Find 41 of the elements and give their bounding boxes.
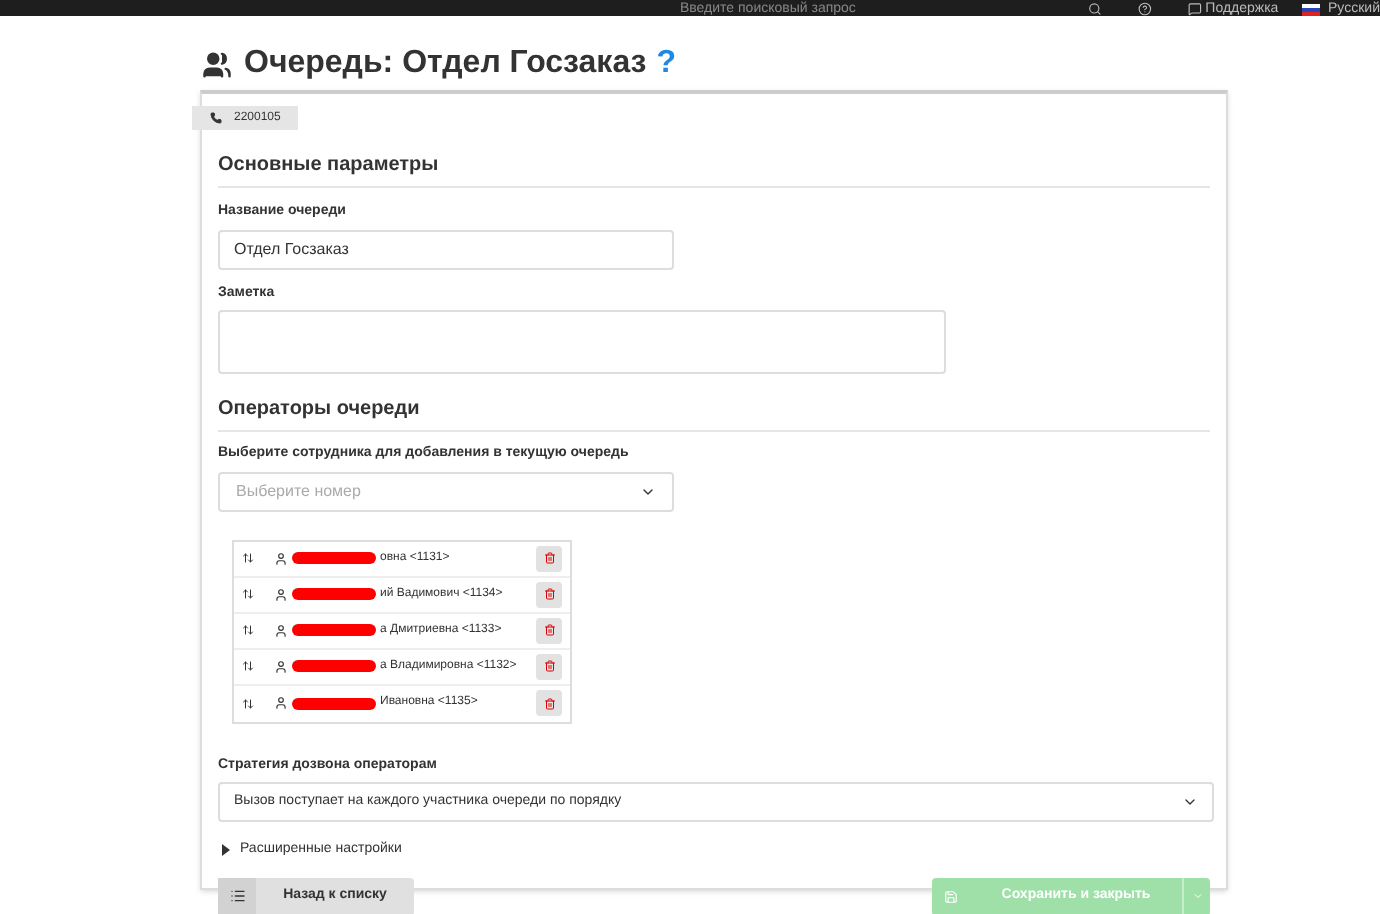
drag-handle-icon[interactable] <box>242 588 254 600</box>
list-icon <box>229 888 245 904</box>
user-icon <box>274 551 288 565</box>
caret-icon <box>1182 794 1198 810</box>
section-heading: Операторы очереди <box>218 394 1210 432</box>
name-field[interactable]: Отдел Госзаказ <box>218 229 674 269</box>
help-link[interactable]: ? <box>656 40 677 88</box>
note-field[interactable] <box>218 310 946 374</box>
phone-icon <box>210 112 222 124</box>
drag-handle-icon[interactable] <box>242 660 254 672</box>
redaction-mark <box>292 552 376 564</box>
drag-handle-icon[interactable] <box>242 552 254 564</box>
redaction-mark <box>292 588 376 600</box>
section-heading: Основные параметры <box>218 150 1210 188</box>
drag-handle-icon[interactable] <box>242 624 254 636</box>
delete-button[interactable] <box>536 545 562 571</box>
trash-icon <box>543 697 555 709</box>
delete-button[interactable] <box>536 581 562 607</box>
drag-handle-icon[interactable] <box>242 697 254 709</box>
user-icon <box>274 623 288 637</box>
trash-icon <box>543 660 555 672</box>
help-icon[interactable] <box>1137 2 1152 16</box>
chat-icon <box>1187 2 1202 16</box>
users-icon <box>200 49 234 79</box>
redaction-mark <box>292 697 376 709</box>
flag-icon <box>1302 4 1321 16</box>
page-title: Очередь: Отдел Госзаказ <box>244 44 647 84</box>
user-icon <box>274 659 288 673</box>
search-icon[interactable] <box>1088 2 1102 16</box>
save-icon <box>944 889 958 903</box>
redaction-mark <box>292 624 376 636</box>
user-icon <box>274 587 288 601</box>
redaction-mark <box>292 660 376 672</box>
trash-icon <box>543 588 555 600</box>
trash-icon <box>543 624 555 636</box>
trash-icon <box>543 552 555 564</box>
caret-icon <box>1191 890 1203 902</box>
delete-button[interactable] <box>536 653 562 679</box>
user-icon <box>274 696 288 710</box>
delete-button[interactable] <box>536 617 562 643</box>
delete-button[interactable] <box>536 690 562 716</box>
